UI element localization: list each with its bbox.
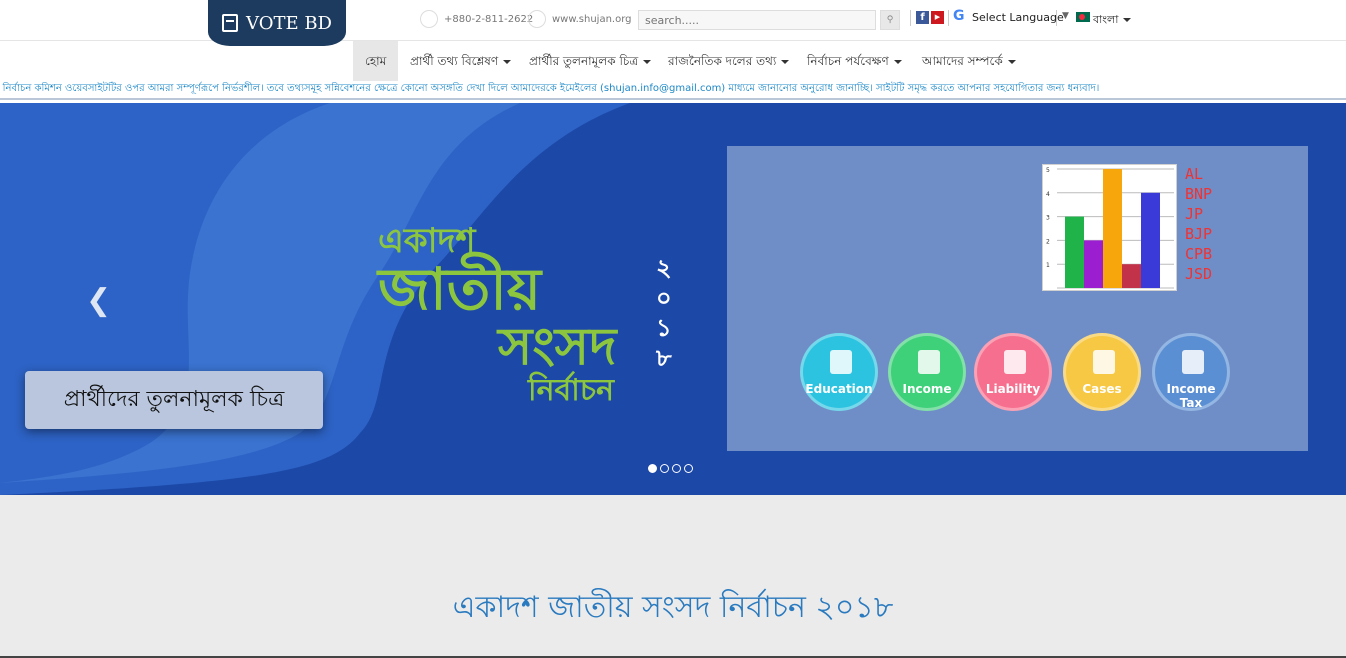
y-tick-label: 5 bbox=[1046, 167, 1050, 174]
bar-bjp bbox=[1122, 264, 1141, 288]
legend-entry: BNP bbox=[1185, 185, 1213, 203]
carousel-dot[interactable] bbox=[672, 464, 681, 473]
carousel-dot[interactable] bbox=[648, 464, 657, 473]
nav-election-observation[interactable]: নির্বাচন পর্যবেক্ষণ bbox=[795, 41, 914, 81]
website-contact[interactable]: www.shujan.org bbox=[528, 10, 632, 28]
comparison-panel: 1 2 3 4 5 AL BNP JP BJP CPB JSD Education In… bbox=[727, 146, 1308, 451]
nav-label: নির্বাচন পর্যবেক্ষণ bbox=[807, 54, 889, 68]
year-digit: ০ bbox=[656, 284, 672, 312]
heading-line: সংসদ bbox=[498, 317, 617, 377]
nav-label: প্রার্থী তথ্য বিশ্লেষণ bbox=[410, 54, 499, 68]
phone-icon bbox=[420, 10, 438, 28]
divider bbox=[1056, 10, 1057, 26]
phone-contact: +880-2-811-2622 bbox=[420, 10, 533, 28]
carousel-dot[interactable] bbox=[684, 464, 693, 473]
search-button[interactable]: ⚲ bbox=[880, 10, 900, 30]
search-input[interactable] bbox=[638, 10, 876, 30]
button-label: Income bbox=[902, 382, 952, 396]
chevron-down-icon bbox=[1123, 18, 1132, 22]
heading-line: নির্বাচন bbox=[528, 373, 614, 408]
facebook-icon[interactable]: f bbox=[916, 11, 929, 24]
year-digit: ১ bbox=[656, 314, 672, 342]
ticker-text: র নির্বাচন কমিশন ওয়েবসাইটটির ওপর আমরা স… bbox=[0, 83, 1100, 94]
section-heading: একাদশ জাতীয় সংসদ নির্বাচন ২০১৮ bbox=[452, 590, 894, 625]
nav-about-us[interactable]: আমাদের সম্পর্কে bbox=[910, 41, 1028, 81]
google-icon: G bbox=[953, 8, 965, 24]
divider bbox=[910, 10, 911, 26]
income-tax-button[interactable]: Income Tax bbox=[1152, 333, 1230, 411]
education-button[interactable]: Education bbox=[800, 333, 878, 411]
news-ticker: র নির্বাচন কমিশন ওয়েবসাইটটির ওপর আমরা স… bbox=[0, 80, 1346, 100]
carousel-prev-button[interactable]: ❮ bbox=[86, 283, 111, 318]
button-label: Cases bbox=[1082, 382, 1122, 396]
y-tick-label: 3 bbox=[1046, 215, 1050, 222]
nav-home[interactable]: হোম bbox=[353, 41, 399, 81]
y-tick-label: 1 bbox=[1046, 262, 1050, 269]
chevron-down-icon bbox=[781, 59, 790, 64]
legend-entry: JSD bbox=[1185, 265, 1213, 283]
legend-entry: AL bbox=[1185, 165, 1204, 183]
website-link[interactable]: www.shujan.org bbox=[552, 14, 632, 25]
button-label: Education bbox=[805, 382, 873, 396]
bar-al bbox=[1065, 216, 1084, 288]
money-icon bbox=[918, 350, 940, 374]
y-tick-label: 2 bbox=[1046, 238, 1050, 245]
phone-number: +880-2-811-2622 bbox=[444, 13, 534, 25]
heading-line: জাতীয় bbox=[378, 255, 541, 323]
carousel-dot[interactable] bbox=[660, 464, 669, 473]
nav-party-info[interactable]: রাজনৈতিক দলের তথ্য bbox=[656, 41, 801, 81]
election-title-graphic: একাদশ জাতীয় সংসদ নির্বাচন bbox=[378, 223, 678, 407]
legend-entry: CPB bbox=[1185, 245, 1213, 263]
chevron-down-icon bbox=[893, 59, 902, 64]
globe-icon bbox=[528, 10, 546, 28]
nav-label: হোম bbox=[365, 54, 387, 68]
nav-candidate-analysis[interactable]: প্রার্থী তথ্য বিশ্লেষণ bbox=[398, 41, 523, 81]
nav-candidate-comparison[interactable]: প্রার্থীর তুলনামূলক চিত্র bbox=[517, 41, 663, 81]
graduate-icon bbox=[830, 350, 852, 374]
income-button[interactable]: Income bbox=[888, 333, 966, 411]
legend-entry: JP bbox=[1185, 205, 1204, 223]
bangladesh-flag-icon bbox=[1076, 12, 1090, 22]
dropdown-triangle-icon[interactable]: ▼ bbox=[1062, 11, 1069, 21]
button-label: Liability bbox=[985, 382, 1041, 396]
youtube-icon[interactable]: ▶ bbox=[931, 11, 944, 24]
bar-jp bbox=[1103, 169, 1122, 288]
handcuffs-icon bbox=[1093, 350, 1115, 374]
heading-line: একাদশ bbox=[378, 221, 476, 261]
liability-button[interactable]: Liability bbox=[974, 333, 1052, 411]
top-bar: VOTE BD +880-2-811-2622 www.shujan.org ⚲… bbox=[0, 0, 1346, 46]
legend-entry: BJP bbox=[1185, 225, 1213, 243]
language-label: বাংলা bbox=[1093, 13, 1119, 26]
language-switcher[interactable]: বাংলা bbox=[1093, 11, 1132, 30]
tax-form-icon bbox=[1182, 350, 1204, 374]
y-tick-label: 4 bbox=[1046, 191, 1050, 198]
bar-bnp bbox=[1084, 240, 1103, 288]
chevron-down-icon bbox=[503, 59, 512, 64]
logo-text: VOTE BD bbox=[246, 12, 332, 34]
party-bar-chart: 1 2 3 4 5 bbox=[1042, 164, 1177, 291]
select-language-dropdown[interactable]: Select Language bbox=[972, 11, 1064, 24]
document-icon bbox=[1004, 350, 1026, 374]
site-logo[interactable]: VOTE BD bbox=[208, 0, 346, 46]
year-digit: ২ bbox=[656, 254, 672, 282]
year-digits: ২ ০ ১ ৮ bbox=[656, 253, 672, 373]
bar-cpb bbox=[1141, 192, 1160, 288]
divider bbox=[948, 10, 949, 26]
nav-label: আমাদের সম্পর্কে bbox=[922, 54, 1003, 68]
cases-button[interactable]: Cases bbox=[1063, 333, 1141, 411]
content-section: একাদশ জাতীয় সংসদ নির্বাচন ২০১৮ bbox=[0, 495, 1346, 658]
nav-label: রাজনৈতিক দলের তথ্য bbox=[668, 54, 777, 68]
ballot-box-icon bbox=[222, 14, 239, 32]
chevron-down-icon bbox=[643, 59, 652, 64]
button-label: Income Tax bbox=[1166, 382, 1216, 410]
carousel-indicators bbox=[648, 458, 696, 477]
chevron-down-icon bbox=[1007, 59, 1016, 64]
chart-legend: AL BNP JP BJP CPB JSD bbox=[1185, 164, 1212, 284]
main-nav: হোম প্রার্থী তথ্য বিশ্লেষণ প্রার্থীর তুল… bbox=[0, 40, 1346, 81]
nav-label: প্রার্থীর তুলনামূলক চিত্র bbox=[529, 54, 639, 68]
hero-carousel: ❮ ❯ প্রার্থীদের তুলনামূলক চিত্র একাদশ জা… bbox=[0, 103, 1346, 495]
year-digit: ৮ bbox=[656, 344, 672, 372]
slide-caption[interactable]: প্রার্থীদের তুলনামূলক চিত্র bbox=[25, 371, 323, 429]
